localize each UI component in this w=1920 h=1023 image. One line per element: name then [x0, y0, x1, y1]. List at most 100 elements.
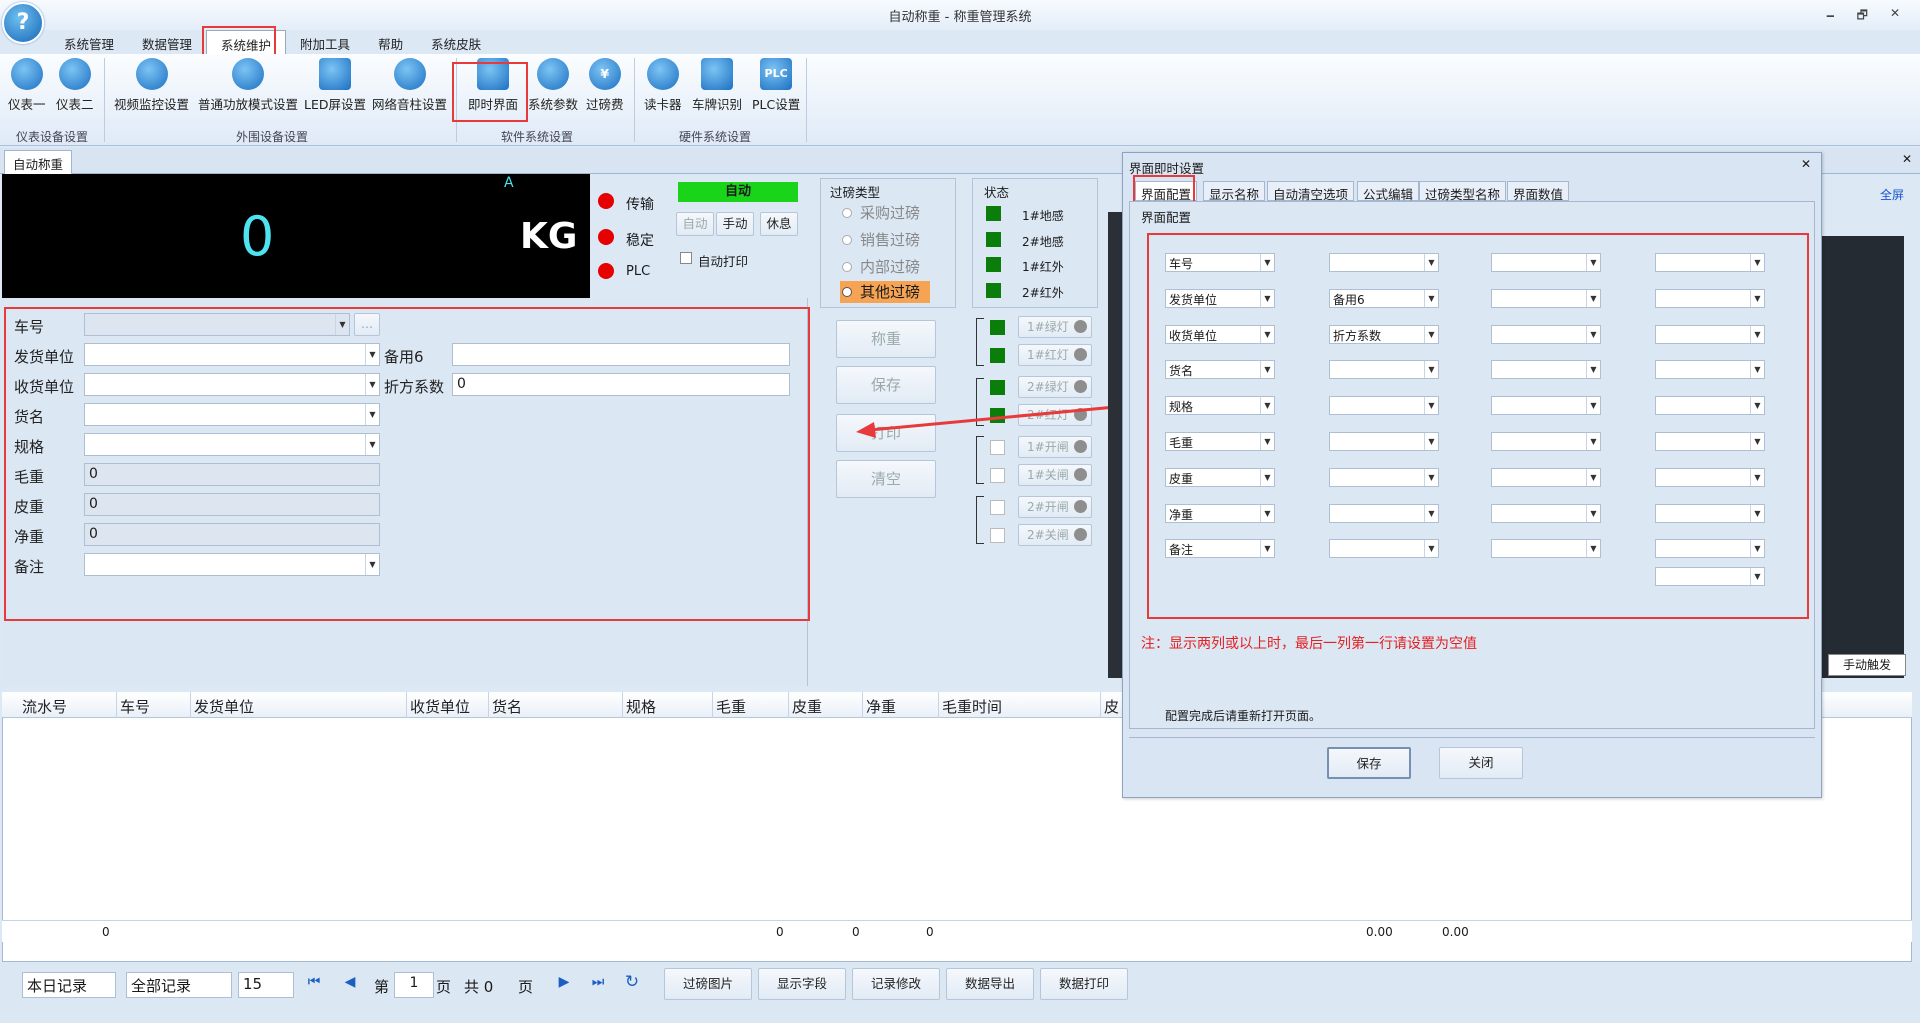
next-page-icon[interactable]: ▶	[552, 974, 576, 996]
fullscreen-link[interactable]: 全屏	[1880, 186, 1904, 203]
config-select-r4-c2[interactable]: ▼	[1329, 360, 1439, 379]
config-select-r1-c1[interactable]: 车号 ▼	[1165, 253, 1275, 272]
config-select-r4-c4[interactable]: ▼	[1655, 360, 1765, 379]
config-select-r7-c3[interactable]: ▼	[1491, 468, 1601, 487]
tab-formula[interactable]: 公式编辑	[1357, 181, 1420, 202]
chevron-down-icon[interactable]: ▼	[1260, 326, 1274, 343]
config-select-r2-c3[interactable]: ▼	[1491, 289, 1601, 308]
chevron-down-icon[interactable]: ▼	[1750, 469, 1764, 486]
spec-select[interactable]: ▼	[84, 433, 380, 456]
network-speaker-button[interactable]: 网络音柱设置	[372, 58, 447, 113]
print-data-button[interactable]: 数据打印	[1040, 968, 1128, 1000]
col-goods[interactable]: 货名	[492, 696, 522, 717]
chevron-down-icon[interactable]: ▼	[1424, 290, 1438, 307]
manual-trigger-button[interactable]: 手动触发	[1828, 654, 1906, 676]
radio-internal[interactable]: 内部过磅	[842, 256, 920, 277]
config-select-r6-c1[interactable]: 毛重 ▼	[1165, 432, 1275, 451]
filter-select[interactable]: 全部记录	[126, 972, 232, 998]
chevron-down-icon[interactable]: ▼	[1260, 433, 1274, 450]
amplifier-button[interactable]: 普通功放模式设置	[198, 58, 298, 113]
auto-print-checkbox[interactable]	[680, 252, 692, 264]
chevron-down-icon[interactable]: ▼	[1260, 540, 1274, 557]
card-reader-button[interactable]: 读卡器	[644, 58, 682, 113]
restore-icon[interactable]: 🗗	[1857, 6, 1868, 27]
app-logo-icon[interactable]: ?	[2, 2, 44, 44]
chevron-down-icon[interactable]: ▼	[1750, 505, 1764, 522]
chevron-down-icon[interactable]: ▼	[1424, 433, 1438, 450]
chevron-down-icon[interactable]: ▼	[1424, 326, 1438, 343]
tab-auto-weigh[interactable]: 自动称重	[4, 150, 73, 174]
close-icon[interactable]: ✕	[1890, 6, 1900, 27]
config-select-r6-c3[interactable]: ▼	[1491, 432, 1601, 451]
radio-purchase[interactable]: 采购过磅	[842, 202, 920, 223]
dialog-close-icon[interactable]: ✕	[1801, 157, 1811, 171]
config-select-r5-c3[interactable]: ▼	[1491, 396, 1601, 415]
clear-button[interactable]: 清空	[836, 460, 936, 498]
weigh-button[interactable]: 称重	[836, 320, 936, 358]
col-receiver[interactable]: 收货单位	[410, 696, 470, 717]
export-button[interactable]: 数据导出	[946, 968, 1034, 1000]
config-select-r5-c4[interactable]: ▼	[1655, 396, 1765, 415]
config-select-r3-c4[interactable]: ▼	[1655, 325, 1765, 344]
edit-record-button[interactable]: 记录修改	[852, 968, 940, 1000]
col-gross-time[interactable]: 毛重时间	[942, 696, 1002, 717]
chevron-down-icon[interactable]: ▼	[1424, 469, 1438, 486]
config-select-r3-c3[interactable]: ▼	[1491, 325, 1601, 344]
config-select-r2-c4[interactable]: ▼	[1655, 289, 1765, 308]
chevron-down-icon[interactable]: ▼	[1586, 433, 1600, 450]
video-monitor-button[interactable]: 视频监控设置	[114, 58, 189, 113]
config-select-r7-c1[interactable]: 皮重 ▼	[1165, 468, 1275, 487]
config-select-r3-c1[interactable]: 收货单位 ▼	[1165, 325, 1275, 344]
chevron-down-icon[interactable]: ▼	[1586, 326, 1600, 343]
chevron-down-icon[interactable]: ▼	[1750, 568, 1764, 585]
chevron-down-icon[interactable]: ▼	[1424, 254, 1438, 271]
goods-select[interactable]: ▼	[84, 403, 380, 426]
chevron-down-icon[interactable]: ▼	[365, 374, 379, 395]
config-select-r2-c1[interactable]: 发货单位 ▼	[1165, 289, 1275, 308]
config-select-r4-c3[interactable]: ▼	[1491, 360, 1601, 379]
page-input[interactable]: 1	[394, 972, 434, 998]
config-select-extra[interactable]: ▼	[1655, 567, 1765, 586]
config-select-r5-c2[interactable]: ▼	[1329, 396, 1439, 415]
tab-ui-values[interactable]: 界面数值	[1507, 181, 1570, 202]
tab-display-names[interactable]: 显示名称	[1203, 181, 1266, 202]
tab-auto-clear[interactable]: 自动清空选项	[1267, 181, 1355, 202]
chevron-down-icon[interactable]: ▼	[1424, 361, 1438, 378]
plate-recognition-button[interactable]: 车牌识别	[692, 58, 742, 113]
config-select-r6-c2[interactable]: ▼	[1329, 432, 1439, 451]
config-select-r1-c3[interactable]: ▼	[1491, 253, 1601, 272]
col-gross[interactable]: 毛重	[716, 696, 746, 717]
led-screen-button[interactable]: LED屏设置	[304, 58, 366, 113]
chevron-down-icon[interactable]: ▼	[1750, 254, 1764, 271]
config-select-r8-c2[interactable]: ▼	[1329, 504, 1439, 523]
refresh-icon[interactable]: ↻	[620, 972, 644, 996]
chevron-down-icon[interactable]: ▼	[1750, 326, 1764, 343]
chevron-down-icon[interactable]: ▼	[335, 314, 349, 335]
chevron-down-icon[interactable]: ▼	[1260, 254, 1274, 271]
spare6-input[interactable]	[452, 343, 790, 366]
chevron-down-icon[interactable]: ▼	[1586, 540, 1600, 557]
menu-help[interactable]: 帮助	[364, 30, 417, 54]
close-tab-icon[interactable]: ✕	[1902, 152, 1912, 166]
col-net[interactable]: 净重	[866, 696, 896, 717]
chevron-down-icon[interactable]: ▼	[1424, 397, 1438, 414]
meter1-button[interactable]: 仪表一	[8, 58, 46, 113]
chevron-down-icon[interactable]: ▼	[1750, 290, 1764, 307]
plate-input[interactable]: ▼	[84, 313, 350, 336]
chevron-down-icon[interactable]: ▼	[1424, 505, 1438, 522]
chevron-down-icon[interactable]: ▼	[1260, 290, 1274, 307]
config-select-r6-c4[interactable]: ▼	[1655, 432, 1765, 451]
config-select-r1-c4[interactable]: ▼	[1655, 253, 1765, 272]
col-tare-time[interactable]: 皮	[1104, 696, 1119, 717]
dialog-close-button[interactable]: 关闭	[1439, 747, 1523, 779]
radio-sales[interactable]: 销售过磅	[842, 229, 920, 250]
col-shipper[interactable]: 发货单位	[194, 696, 254, 717]
chevron-down-icon[interactable]: ▼	[365, 554, 379, 575]
config-select-r9-c3[interactable]: ▼	[1491, 539, 1601, 558]
col-serial[interactable]: 流水号	[22, 696, 67, 717]
range-select[interactable]: 本日记录	[22, 972, 116, 998]
radio-other[interactable]: 其他过磅	[840, 281, 930, 303]
factor-input[interactable]: 0	[452, 373, 790, 396]
chevron-down-icon[interactable]: ▼	[1750, 433, 1764, 450]
config-select-r9-c4[interactable]: ▼	[1655, 539, 1765, 558]
